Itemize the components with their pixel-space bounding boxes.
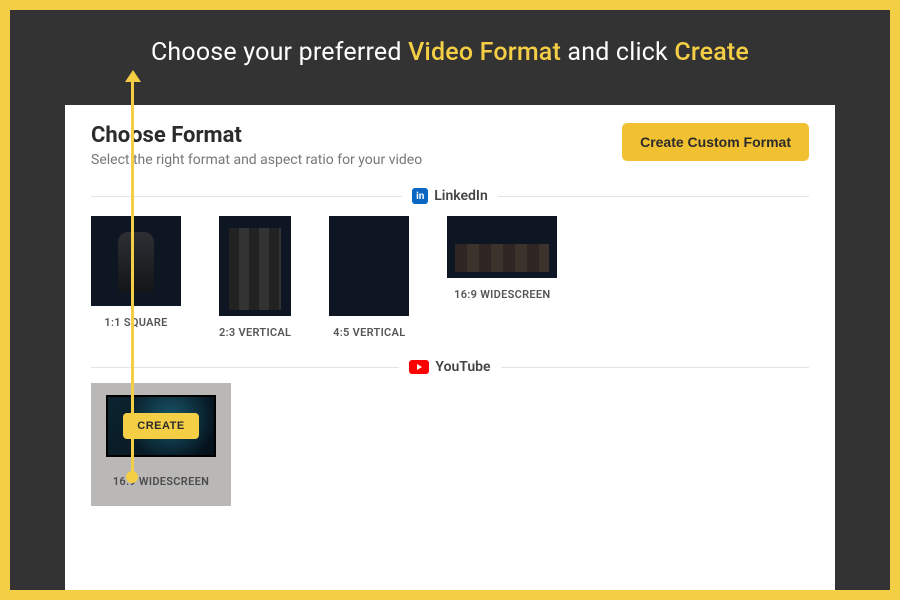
tutorial-frame: Choose your preferred Video Format and c… xyxy=(0,0,900,600)
platform-label-linkedin-text: LinkedIn xyxy=(434,188,488,204)
panel-title: Choose Format xyxy=(91,123,422,148)
youtube-formats-row: CREATE 16:9 WIDESCREEN xyxy=(91,383,809,506)
platform-label-youtube: YouTube xyxy=(409,359,490,375)
platform-label-youtube-text: YouTube xyxy=(435,359,490,375)
divider-line xyxy=(501,367,809,368)
linkedin-formats-row: 1:1 SQUARE 2:3 VERTICAL 4:5 VERTICAL 16:… xyxy=(91,216,809,339)
format-option-2-3-vertical[interactable]: 2:3 VERTICAL xyxy=(219,216,291,339)
format-thumbnail xyxy=(219,216,291,316)
format-caption: 16:9 WIDESCREEN xyxy=(454,288,550,301)
linkedin-icon: in xyxy=(412,188,428,204)
panel-heading-block: Choose Format Select the right format an… xyxy=(91,123,422,168)
annotation-arrow-head xyxy=(125,70,141,82)
format-caption: 4:5 VERTICAL xyxy=(333,326,405,339)
platform-label-linkedin: in LinkedIn xyxy=(412,188,488,204)
format-option-16-9-widescreen[interactable]: 16:9 WIDESCREEN xyxy=(447,216,557,301)
format-thumbnail xyxy=(329,216,409,316)
platform-divider-linkedin: in LinkedIn xyxy=(91,188,809,204)
instruction-highlight-create: Create xyxy=(674,38,749,67)
format-caption: 2:3 VERTICAL xyxy=(219,326,291,339)
instruction-highlight-format: Video Format xyxy=(408,38,561,67)
format-thumbnail xyxy=(447,216,557,278)
divider-line xyxy=(498,196,809,197)
instruction-pre: Choose your preferred xyxy=(151,38,408,67)
platform-divider-youtube: YouTube xyxy=(91,359,809,375)
format-thumbnail: CREATE xyxy=(106,395,216,457)
format-thumbnail xyxy=(91,216,181,306)
format-option-youtube-16-9-selected[interactable]: CREATE 16:9 WIDESCREEN xyxy=(91,383,231,506)
format-caption: 1:1 SQUARE xyxy=(104,316,167,329)
annotation-arrow-line xyxy=(131,105,134,475)
tutorial-inner: Choose your preferred Video Format and c… xyxy=(10,10,890,590)
instruction-text: Choose your preferred Video Format and c… xyxy=(10,10,890,67)
youtube-icon xyxy=(409,360,429,374)
choose-format-panel: Choose Format Select the right format an… xyxy=(65,105,835,590)
format-option-1-1-square[interactable]: 1:1 SQUARE xyxy=(91,216,181,329)
annotation-arrow-line-upper xyxy=(131,82,134,110)
create-custom-format-button[interactable]: Create Custom Format xyxy=(622,123,809,161)
panel-header: Choose Format Select the right format an… xyxy=(91,123,809,168)
divider-line xyxy=(91,367,399,368)
format-option-4-5-vertical[interactable]: 4:5 VERTICAL xyxy=(329,216,409,339)
panel-subtitle: Select the right format and aspect ratio… xyxy=(91,152,422,168)
annotation-arrow-endpoint xyxy=(126,471,138,483)
create-button[interactable]: CREATE xyxy=(123,413,198,439)
divider-line xyxy=(91,196,402,197)
instruction-mid: and click xyxy=(561,38,674,67)
